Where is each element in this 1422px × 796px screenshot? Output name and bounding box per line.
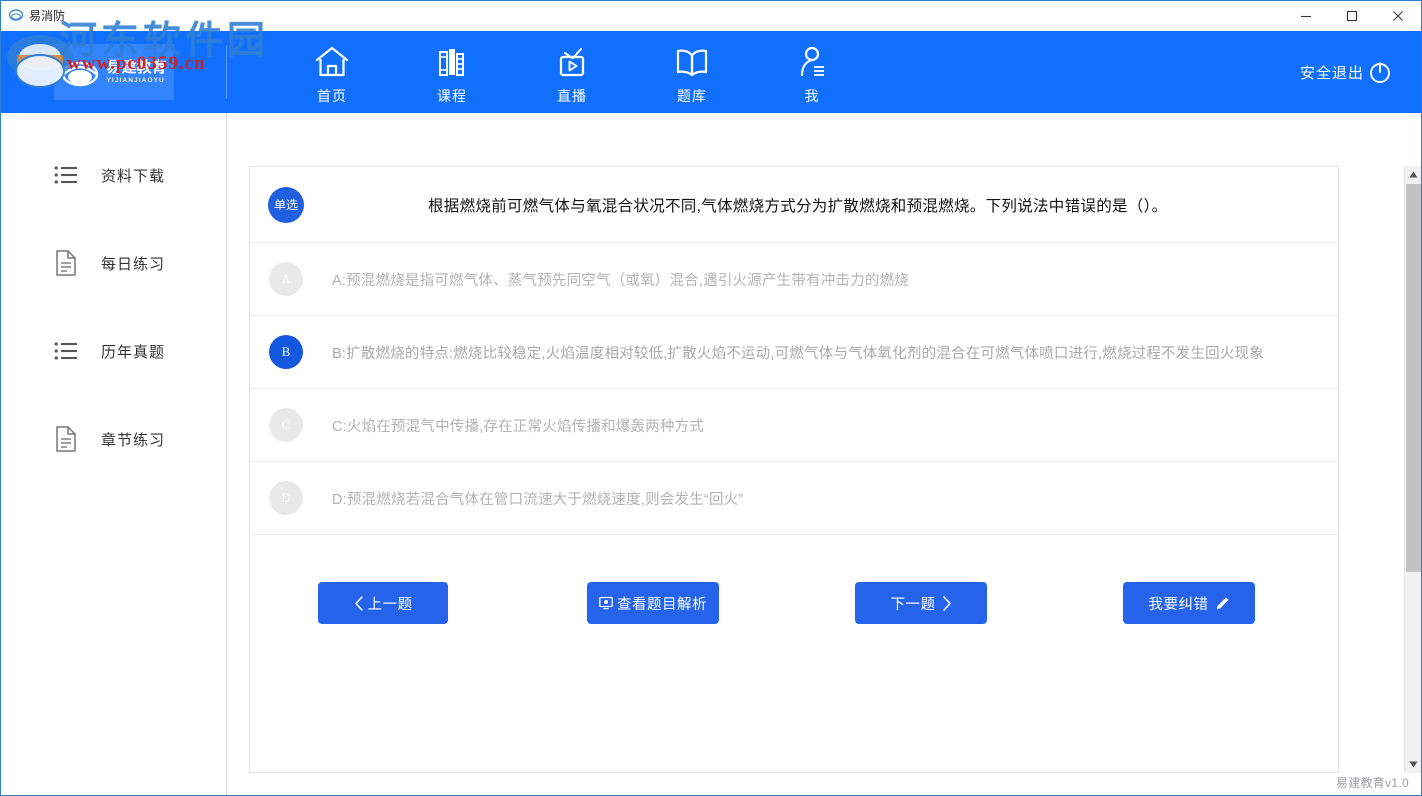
document-icon (53, 426, 79, 452)
close-button[interactable] (1375, 2, 1421, 31)
logo-mark-icon (60, 52, 104, 92)
nav-item-question-bank[interactable]: 题库 (632, 31, 752, 113)
option-text-c: C:火焰在预混气中传播,存在正常火焰传播和爆轰两种方式 (332, 418, 704, 435)
brand-logo[interactable]: 易建教育 YIJIANJIAOYU (1, 31, 226, 113)
nav-label-courses: 课程 (437, 87, 467, 104)
books-icon (434, 39, 470, 79)
option-text-d: D:预混燃烧若混合气体在管口流速大于燃烧速度,则会发生“回火” (332, 491, 744, 508)
sidebar-item-past-exams[interactable]: 历年真题 (1, 307, 226, 395)
brand-name-en: YIJIANJIAOYU (106, 77, 165, 84)
question-type-badge: 单选 (268, 186, 304, 223)
question-card: 单选 根据燃烧前可燃气体与氧混合状况不同,气体燃烧方式分为扩散燃烧和预混燃烧。下… (249, 166, 1339, 773)
sidebar-item-daily-practice[interactable]: 每日练习 (1, 219, 226, 307)
top-navigation-bar: 易建教育 YIJIANJIAOYU 首页 课程 直播 题库 我 安全退出 (1, 31, 1421, 113)
option-text-b: B:扩散燃烧的特点:燃烧比较稳定,火焰温度相对较低,扩散火焰不运动,可燃气体与气… (332, 345, 1264, 362)
logout-label: 安全退出 (1299, 64, 1364, 82)
nav-right-area: 安全退出 (1300, 31, 1421, 113)
option-marker-d: D (269, 481, 303, 515)
previous-question-button[interactable]: 上一题 (318, 582, 448, 624)
option-row-d[interactable]: D D:预混燃烧若混合气体在管口流速大于燃烧速度,则会发生“回火” (250, 462, 1338, 535)
nav-item-home[interactable]: 首页 (272, 31, 392, 113)
scroll-up-arrow-icon[interactable] (1404, 166, 1421, 183)
brand-logo-inner: 易建教育 YIJIANJIAOYU (53, 44, 174, 100)
brand-name-cn: 易建教育 (106, 59, 167, 76)
maximize-button[interactable] (1329, 2, 1375, 31)
scroll-down-arrow-icon[interactable] (1404, 756, 1421, 773)
option-marker-a: A (269, 262, 303, 296)
version-label: 易建教育v1.0 (1335, 776, 1409, 790)
question-actions: 上一题 查看题目解析 下一题 我要纠错 (250, 535, 1338, 772)
next-question-button[interactable]: 下一题 (855, 582, 987, 624)
title-bar: 易消防 (1, 1, 1421, 31)
sidebar-label-chapter-practice: 章节练习 (101, 431, 166, 449)
sidebar-item-materials-download[interactable]: 资料下载 (1, 131, 226, 219)
logout-button[interactable]: 安全退出 (1300, 59, 1393, 85)
next-question-label: 下一题 (890, 596, 936, 613)
option-text-a: A:预混燃烧是指可燃气体、蒸气预先同空气（或氧）混合,遇引火源产生带有冲击力的燃… (332, 272, 909, 289)
question-text: 根据燃烧前可燃气体与氧混合状况不同,气体燃烧方式分为扩散燃烧和预混燃烧。下列说法… (428, 197, 1168, 215)
vertical-scrollbar[interactable] (1404, 166, 1421, 773)
monitor-icon (599, 596, 613, 610)
nav-label-me: 我 (804, 87, 820, 104)
pencil-icon (1215, 596, 1230, 611)
list-icon (53, 338, 79, 364)
window-title: 易消防 (29, 9, 66, 23)
option-row-c[interactable]: C C:火焰在预混气中传播,存在正常火焰传播和爆轰两种方式 (250, 389, 1338, 462)
document-icon (53, 250, 79, 276)
sidebar-label-past-exams: 历年真题 (101, 343, 166, 361)
app-icon (8, 8, 24, 24)
nav-item-me[interactable]: 我 (752, 31, 872, 113)
scrollbar-track[interactable] (1405, 183, 1422, 756)
scrollbar-thumb[interactable] (1405, 184, 1421, 572)
open-book-icon (673, 39, 711, 79)
home-icon (314, 39, 350, 79)
option-marker-c: C (269, 408, 303, 442)
brand-logo-text: 易建教育 YIJIANJIAOYU (106, 59, 166, 85)
nav-items: 首页 课程 直播 题库 我 (272, 31, 872, 113)
sidebar-label-materials-download: 资料下载 (101, 167, 166, 185)
list-icon (53, 162, 79, 188)
previous-question-label: 上一题 (367, 596, 413, 613)
view-explanation-label: 查看题目解析 (617, 596, 707, 613)
nav-item-courses[interactable]: 课程 (392, 31, 512, 113)
content-area: 单选 根据燃烧前可燃气体与氧混合状况不同,气体燃烧方式分为扩散燃烧和预混燃烧。下… (227, 113, 1421, 795)
sidebar-label-daily-practice: 每日练习 (101, 255, 166, 273)
nav-item-live[interactable]: 直播 (512, 31, 632, 113)
body-area: 资料下载 每日练习 历年真题 章节练习 单选 根据燃烧前可燃气体与氧混合状况不同… (1, 113, 1421, 795)
option-row-a[interactable]: A A:预混燃烧是指可燃气体、蒸气预先同空气（或氧）混合,遇引火源产生带有冲击力… (250, 243, 1338, 316)
person-icon (795, 39, 829, 79)
application-window: 易消防 易建教育 YIJIANJIAOYU 首页 课程 直播 题库 我 安全退出… (0, 0, 1422, 796)
option-row-b[interactable]: B B:扩散燃烧的特点:燃烧比较稳定,火焰温度相对较低,扩散火焰不运动,可燃气体… (250, 316, 1338, 389)
chevron-left-icon (354, 595, 364, 611)
report-error-label: 我要纠错 (1148, 596, 1209, 613)
option-marker-b: B (269, 335, 303, 369)
tv-play-icon (554, 39, 590, 79)
view-explanation-button[interactable]: 查看题目解析 (587, 582, 719, 624)
chevron-right-icon (942, 595, 952, 611)
power-icon (1367, 59, 1393, 85)
nav-label-question-bank: 题库 (677, 87, 707, 104)
report-error-button[interactable]: 我要纠错 (1123, 582, 1255, 624)
minimize-button[interactable] (1283, 2, 1329, 31)
nav-label-live: 直播 (557, 87, 587, 104)
sidebar-item-chapter-practice[interactable]: 章节练习 (1, 395, 226, 483)
nav-label-home: 首页 (317, 87, 347, 104)
nav-divider (226, 45, 227, 99)
question-header: 单选 根据燃烧前可燃气体与氧混合状况不同,气体燃烧方式分为扩散燃烧和预混燃烧。下… (250, 167, 1338, 243)
sidebar: 资料下载 每日练习 历年真题 章节练习 (1, 113, 227, 795)
